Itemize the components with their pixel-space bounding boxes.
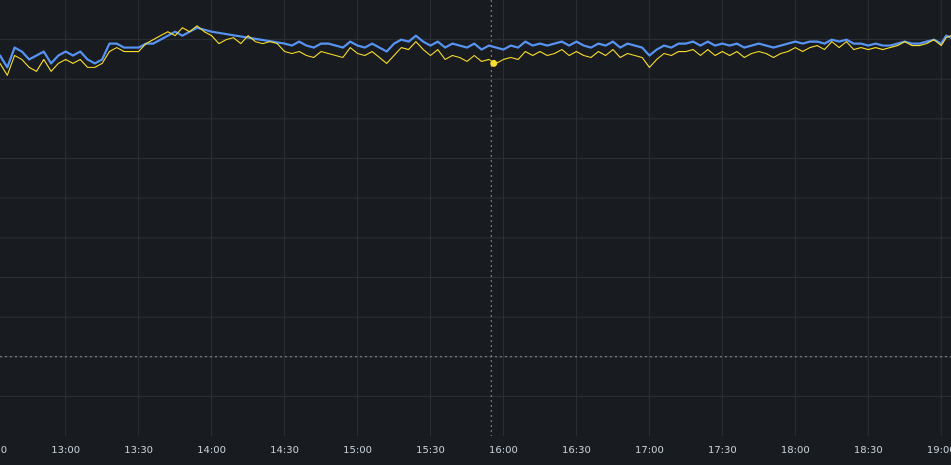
x-tick-label: 15:00 bbox=[343, 445, 372, 456]
time-series-chart[interactable]: 12:30 13:00 13:30 14:00 14:30 15:00 15:30 16:00… bbox=[0, 0, 951, 461]
x-tick-label: 14:30 bbox=[270, 445, 299, 456]
series-layer bbox=[0, 25, 951, 76]
x-tick-label: 14:00 bbox=[197, 445, 226, 456]
x-tick-label: 18:00 bbox=[781, 445, 810, 456]
x-tick-label: 16:00 bbox=[489, 445, 518, 456]
x-tick-label: 12:30 bbox=[0, 445, 7, 456]
cursor-layer bbox=[490, 0, 498, 436]
chart-svg: 12:30 13:00 13:30 14:00 14:30 15:00 15:30 16:00… bbox=[0, 0, 951, 456]
x-tick-label: 13:00 bbox=[51, 445, 80, 456]
x-tick-label: 18:30 bbox=[854, 445, 883, 456]
x-tick-label: 17:00 bbox=[635, 445, 664, 456]
x-tick-label: 13:30 bbox=[124, 445, 153, 456]
x-gridlines bbox=[65, 0, 942, 436]
x-tick-label: 19:00 bbox=[927, 445, 951, 456]
y-gridlines bbox=[0, 39, 951, 397]
series-line-2[interactable] bbox=[0, 25, 951, 76]
x-tick-label: 15:30 bbox=[416, 445, 445, 456]
x-tick-label: 16:30 bbox=[562, 445, 591, 456]
x-axis-ticks: 12:30 13:00 13:30 14:00 14:30 15:00 15:30 16:00… bbox=[0, 445, 951, 456]
x-tick-label: 17:30 bbox=[708, 445, 737, 456]
hover-point-marker[interactable] bbox=[490, 59, 498, 67]
